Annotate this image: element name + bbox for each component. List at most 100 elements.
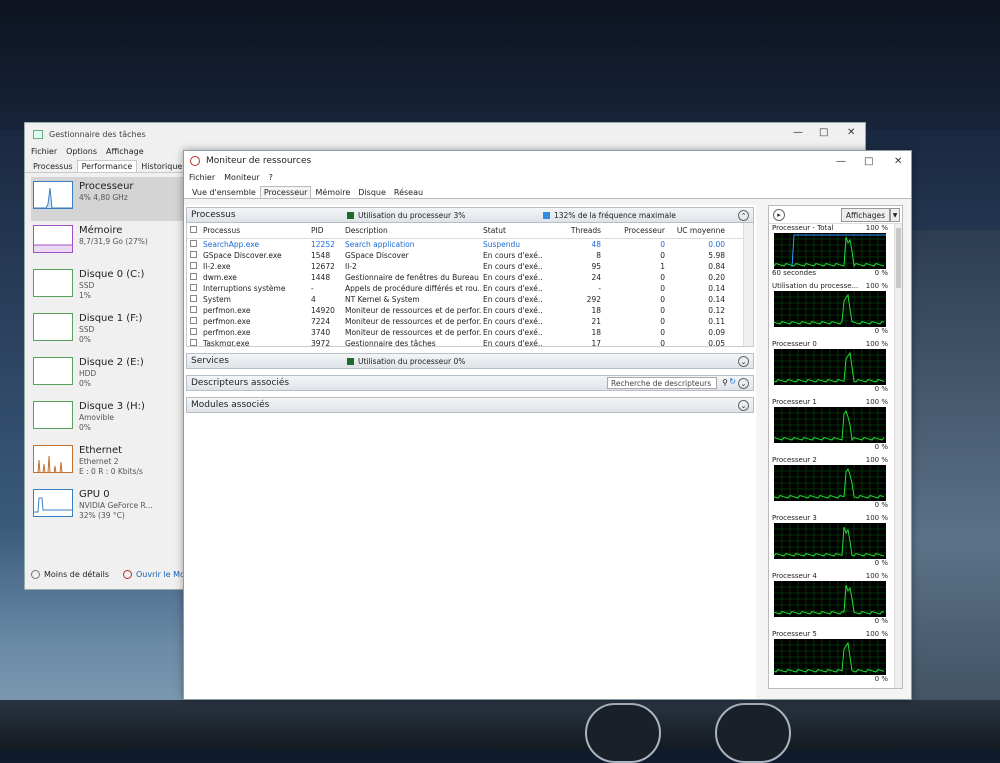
- menu-help[interactable]: ?: [269, 173, 273, 182]
- tab-vue-ensemble[interactable]: Vue d'ensemble: [188, 186, 260, 198]
- close-icon[interactable]: ✕: [847, 127, 855, 138]
- table-row[interactable]: SearchApp.exe 12252 Search application Susp…: [187, 239, 753, 250]
- perf-item-gpu-0[interactable]: GPU 0 NVIDIA GeForce R... 32% (39 °C): [31, 485, 187, 529]
- perf-item-ethernet[interactable]: Ethernet Ethernet 2 E : 0 R : 0 Kbits/s: [31, 441, 187, 485]
- perf-item-sub2: 0%: [79, 379, 91, 388]
- table-row[interactable]: perfmon.exe 3740 Moniteur de ressources et…: [187, 327, 753, 338]
- chevron-up-icon: [31, 570, 40, 579]
- perf-item-processeur[interactable]: Processeur 4% 4,80 GHz: [31, 177, 187, 221]
- row-checkbox[interactable]: [187, 339, 201, 346]
- views-button[interactable]: Affichages: [840, 208, 890, 222]
- graph-title: Processeur 3: [772, 514, 817, 522]
- scrollbar-thumb[interactable]: [896, 228, 901, 288]
- cell-description: Moniteur de ressources et de perfor...: [345, 317, 481, 326]
- tab-processus[interactable]: Processus: [29, 161, 77, 172]
- row-checkbox[interactable]: [187, 240, 201, 249]
- table-row[interactable]: perfmon.exe 7224 Moniteur de ressources et…: [187, 316, 753, 327]
- graphs-scrollbar[interactable]: [894, 224, 902, 688]
- perf-item-disque-3[interactable]: Disque 3 (H:) Amovible 0%: [31, 397, 187, 441]
- cockpit-gauge: [715, 703, 791, 763]
- modules-section-header[interactable]: Modules associés ⌄: [186, 397, 754, 413]
- maximize-icon[interactable]: □: [819, 127, 828, 138]
- task-manager-titlebar: Gestionnaire des tâches: [25, 123, 865, 145]
- menu-moniteur[interactable]: Moniteur: [224, 173, 260, 182]
- cell-threads: 48: [591, 240, 601, 249]
- maximize-icon[interactable]: □: [864, 156, 873, 167]
- column-header-uc-moyenne[interactable]: UC moyenne: [667, 226, 735, 235]
- column-header-statut[interactable]: Statut: [481, 226, 543, 235]
- tab-reseau[interactable]: Réseau: [390, 186, 427, 198]
- handles-section-header[interactable]: Descripteurs associés Recherche de descr…: [186, 375, 754, 391]
- table-row[interactable]: dwm.exe 1448 Gestionnaire de fenêtres du B…: [187, 272, 753, 283]
- cpu-graph: Processeur 2 100 % 0 %: [772, 456, 888, 514]
- row-checkbox[interactable]: [187, 273, 201, 282]
- graph-plot: [774, 523, 886, 559]
- column-header-processus[interactable]: Processus: [201, 226, 309, 235]
- graph-timespan: 60 secondes: [772, 269, 817, 277]
- expand-chevron-icon[interactable]: ⌄: [738, 378, 749, 389]
- menu-options[interactable]: Options: [66, 147, 97, 156]
- resource-monitor-title: Moniteur de ressources: [206, 156, 312, 166]
- table-row[interactable]: Interruptions système - Appels de procédur…: [187, 283, 753, 294]
- processes-scrollbar[interactable]: [743, 223, 753, 346]
- table-row[interactable]: GSpace Discover.exe 1548 GSpace Discover En…: [187, 250, 753, 261]
- perf-item-name: Ethernet: [79, 445, 123, 456]
- column-header-pid[interactable]: PID: [309, 226, 343, 235]
- perf-item-disque-1[interactable]: Disque 1 (F:) SSD 0%: [31, 309, 187, 353]
- cell-description: Moniteur de ressources et de perfor...: [345, 306, 481, 315]
- table-row[interactable]: Taskmgr.exe 3972 Gestionnaire des tâches En…: [187, 338, 753, 347]
- tab-processeur[interactable]: Processeur: [259, 186, 312, 198]
- expand-chevron-icon[interactable]: ⌄: [738, 356, 749, 367]
- graph-max: 100 %: [865, 224, 888, 232]
- tab-memoire[interactable]: Mémoire: [311, 186, 354, 198]
- perf-thumbnail: [33, 489, 73, 517]
- handles-search-input[interactable]: Recherche de descripteurs: [607, 377, 717, 389]
- menu-fichier[interactable]: Fichier: [31, 147, 57, 156]
- cell-description: Gestionnaire des tâches: [345, 339, 436, 347]
- column-header-description[interactable]: Description: [343, 226, 481, 235]
- table-row[interactable]: Il-2.exe 12672 Il-2 En cours d'exé... 95 1 0.8…: [187, 261, 753, 272]
- graph-footer: 0 %: [772, 675, 888, 684]
- collapse-chevron-icon[interactable]: ⌃: [738, 210, 749, 221]
- perf-item-disque-2[interactable]: Disque 2 (E:) HDD 0%: [31, 353, 187, 397]
- minimize-icon[interactable]: —: [836, 156, 846, 167]
- minimize-icon[interactable]: —: [793, 127, 803, 138]
- close-icon[interactable]: ✕: [894, 156, 902, 167]
- perf-item-memoire[interactable]: Mémoire 8,7/31,9 Go (27%): [31, 221, 187, 265]
- checkbox-icon: [190, 328, 197, 335]
- menu-affichage[interactable]: Affichage: [106, 147, 144, 156]
- cpu-graph: Processeur 3 100 % 0 %: [772, 514, 888, 572]
- graph-max: 100 %: [865, 572, 888, 580]
- table-row[interactable]: perfmon.exe 14920 Moniteur de ressources e…: [187, 305, 753, 316]
- processes-section-header[interactable]: Processus Utilisation du processeur 3% 1…: [186, 207, 754, 223]
- column-header-threads[interactable]: Threads: [543, 226, 603, 235]
- graph-max: 100 %: [865, 340, 888, 348]
- tab-disque[interactable]: Disque: [354, 186, 390, 198]
- collapse-panel-arrow-icon[interactable]: ▸: [773, 208, 785, 221]
- row-checkbox[interactable]: [187, 317, 201, 326]
- services-section-header[interactable]: Services Utilisation du processeur 0% ⌄: [186, 353, 754, 369]
- table-row[interactable]: System 4 NT Kernel & System En cours d'exé.…: [187, 294, 753, 305]
- refresh-icon[interactable]: ↻: [729, 377, 736, 386]
- column-header-processeur[interactable]: Processeur: [603, 226, 667, 235]
- perf-thumbnail: [33, 445, 73, 473]
- cell-uc-moyenne: 0.14: [708, 295, 725, 304]
- row-checkbox[interactable]: [187, 306, 201, 315]
- row-checkbox[interactable]: [187, 284, 201, 293]
- cell-processeur: 0: [660, 306, 665, 315]
- graph-plot: [774, 349, 886, 385]
- views-dropdown-icon[interactable]: ▼: [890, 208, 900, 222]
- menu-fichier[interactable]: Fichier: [189, 173, 215, 182]
- tab-performance[interactable]: Performance: [76, 160, 138, 172]
- row-checkbox[interactable]: [187, 328, 201, 337]
- perf-item-disque-0[interactable]: Disque 0 (C:) SSD 1%: [31, 265, 187, 309]
- row-checkbox[interactable]: [187, 295, 201, 304]
- expand-chevron-icon[interactable]: ⌄: [738, 400, 749, 411]
- select-all-checkbox[interactable]: [187, 226, 201, 235]
- row-checkbox[interactable]: [187, 262, 201, 271]
- row-checkbox[interactable]: [187, 251, 201, 260]
- perf-item-sub2: 32% (39 °C): [79, 511, 125, 520]
- search-icon[interactable]: ⚲: [722, 378, 728, 387]
- cell-statut: En cours d'exé...: [483, 317, 543, 326]
- fewer-details-button[interactable]: Moins de détails: [31, 570, 109, 579]
